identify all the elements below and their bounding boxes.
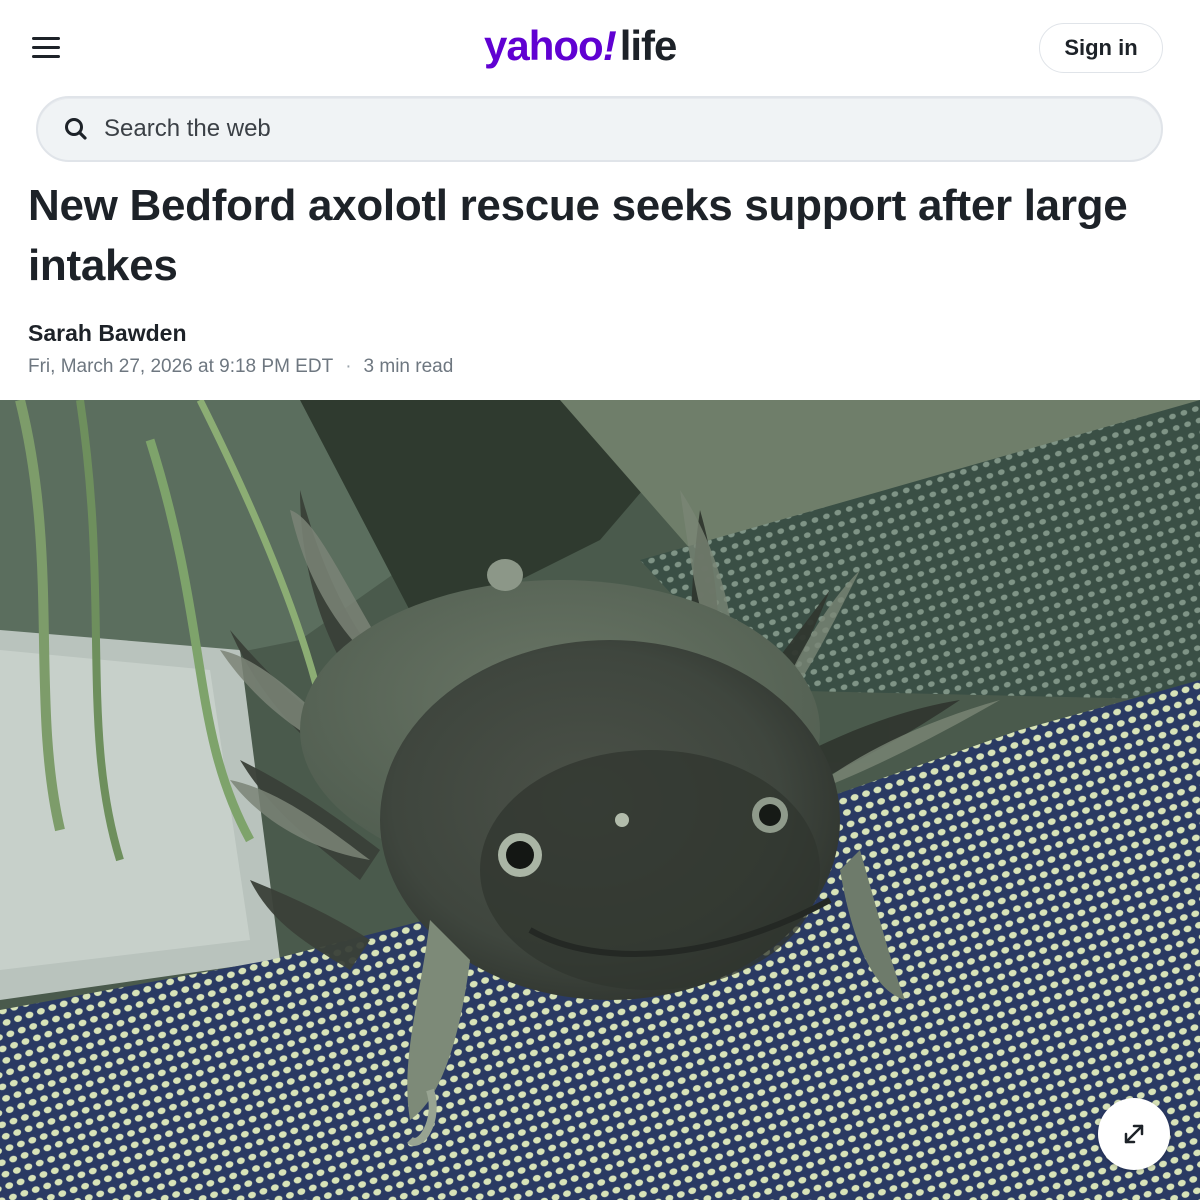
expand-image-button[interactable] <box>1098 1098 1170 1170</box>
axolotl-photo <box>0 400 1200 1200</box>
article-page: yahoo ! life Sign in New Bedford axolotl… <box>0 0 1200 1200</box>
menu-bar-line <box>32 55 60 58</box>
menu-bar-line <box>32 46 60 49</box>
expand-arrows-icon <box>1117 1117 1151 1151</box>
search-input[interactable] <box>104 115 1004 143</box>
top-header: yahoo ! life Sign in <box>0 0 1200 96</box>
hero-image[interactable] <box>0 400 1200 1200</box>
publish-date: Fri, March 27, 2026 at 9:18 PM EDT <box>28 356 334 377</box>
logo-brand-text: yahoo <box>484 22 604 69</box>
meta-separator: · <box>345 356 352 377</box>
yahoo-life-logo[interactable]: yahoo ! life <box>484 22 678 72</box>
search-icon[interactable] <box>62 115 90 143</box>
logo-section-text: life <box>619 22 678 69</box>
search-bar[interactable] <box>36 96 1163 162</box>
logo-bang-text: ! <box>602 22 617 69</box>
hamburger-menu-icon[interactable] <box>30 34 62 62</box>
article-meta: Fri, March 27, 2026 at 9:18 PM EDT · 3 m… <box>28 356 453 378</box>
sign-in-button[interactable]: Sign in <box>1039 23 1163 73</box>
article-headline: New Bedford axolotl rescue seeks support… <box>28 181 1128 290</box>
read-time: 3 min read <box>363 356 454 377</box>
menu-bar-line <box>32 37 60 40</box>
author-name[interactable]: Sarah Bawden <box>28 320 187 347</box>
